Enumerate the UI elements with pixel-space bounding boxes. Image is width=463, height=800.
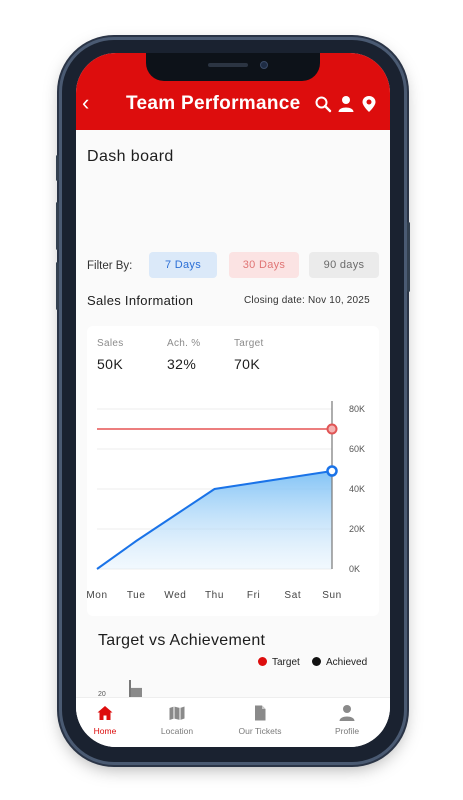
bottom-tab-bar: Home Location Our Tickets Profile bbox=[76, 697, 390, 747]
filter-label: Filter By: bbox=[87, 260, 133, 272]
x-tick-label: Thu bbox=[205, 590, 224, 601]
power-button bbox=[407, 222, 410, 292]
volume-up-button bbox=[56, 202, 59, 250]
filter-90-days-button[interactable]: 90 days bbox=[309, 252, 379, 278]
stat-value-target: 70K bbox=[234, 356, 261, 372]
x-tick-label: Mon bbox=[87, 590, 108, 601]
y-tick-label: 60K bbox=[349, 444, 365, 454]
y-tick-label: 80K bbox=[349, 404, 365, 414]
tab-our-tickets[interactable]: Our Tickets bbox=[221, 704, 299, 736]
location-pin-icon[interactable] bbox=[360, 95, 378, 113]
sales-area-fill bbox=[97, 471, 332, 569]
user-icon[interactable] bbox=[337, 95, 355, 113]
camera-icon bbox=[260, 61, 268, 69]
stat-label-achievement: Ach. % bbox=[167, 338, 201, 349]
tab-profile-label: Profile bbox=[334, 726, 360, 736]
legend-achieved: Achieved bbox=[312, 657, 367, 668]
x-tick-label: Sat bbox=[284, 590, 301, 601]
tab-location-label: Location bbox=[160, 726, 194, 736]
sales-marker bbox=[326, 465, 338, 477]
legend-target: Target bbox=[258, 657, 300, 668]
chevron-left-icon[interactable]: ‹ bbox=[82, 92, 89, 114]
sales-information-title: Sales Information bbox=[87, 293, 194, 308]
legend-target-dot bbox=[258, 657, 267, 666]
dashboard-content: Dash board Filter By: 7 Days 30 Days 90 … bbox=[76, 130, 390, 747]
y-tick-label: 0K bbox=[349, 564, 360, 574]
map-icon bbox=[169, 706, 185, 720]
sales-card: Sales 50K Ach. % 32% Target 70K 80K 60K 40… bbox=[87, 326, 379, 616]
x-tick-label: Tue bbox=[127, 590, 146, 601]
tab-our-tickets-label: Our Tickets bbox=[238, 726, 282, 736]
page-header-title: Team Performance bbox=[126, 93, 301, 114]
profile-icon bbox=[339, 705, 355, 721]
y-tick-label: 40K bbox=[349, 484, 365, 494]
tab-home[interactable]: Home bbox=[76, 704, 144, 736]
x-tick-label: Wed bbox=[164, 590, 186, 601]
home-icon bbox=[97, 706, 113, 720]
legend-target-label: Target bbox=[272, 657, 300, 668]
stat-label-sales: Sales bbox=[97, 338, 124, 349]
y-tick-label: 20K bbox=[349, 524, 365, 534]
filter-30-days-button[interactable]: 30 Days bbox=[229, 252, 299, 278]
x-tick-label: Fri bbox=[247, 590, 260, 601]
notch bbox=[146, 53, 320, 81]
legend-achieved-dot bbox=[312, 657, 321, 666]
page-title: Dash board bbox=[87, 148, 174, 165]
legend-achieved-label: Achieved bbox=[326, 657, 368, 668]
stat-label-target: Target bbox=[234, 338, 264, 349]
screen: ‹ Team Performance Dash board Filter By:… bbox=[76, 53, 390, 747]
tab-home-label: Home bbox=[93, 726, 117, 736]
phone-frame: ‹ Team Performance Dash board Filter By:… bbox=[56, 40, 410, 762]
target-vs-achievement-title: Target vs Achievement bbox=[98, 632, 266, 649]
ticket-icon bbox=[255, 705, 266, 721]
volume-down-button bbox=[56, 262, 59, 310]
speaker-grille bbox=[208, 63, 248, 67]
mute-switch bbox=[56, 155, 59, 181]
closing-date: Closing date: Nov 10, 2025 bbox=[244, 295, 370, 306]
sales-line-chart: 80K 60K 40K 20K 0K Mon Tue Wed Thu Fri Sat Sun bbox=[87, 401, 365, 601]
stat-value-achievement: 32% bbox=[167, 356, 197, 372]
tab-location[interactable]: Location bbox=[138, 704, 216, 736]
search-icon[interactable] bbox=[314, 95, 332, 113]
stat-value-sales: 50K bbox=[97, 356, 124, 372]
x-tick-label: Sun bbox=[322, 590, 342, 601]
filter-7-days-button[interactable]: 7 Days bbox=[149, 252, 217, 278]
target-marker bbox=[326, 423, 338, 435]
tab-profile[interactable]: Profile bbox=[308, 704, 386, 736]
